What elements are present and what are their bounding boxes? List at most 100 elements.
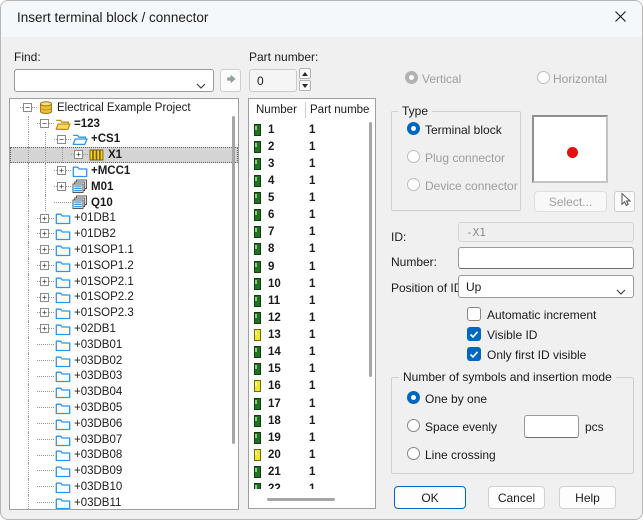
tree-item[interactable]: +03DB10	[10, 479, 238, 495]
terminal-row[interactable]: 91	[249, 258, 375, 275]
position-of-id-select[interactable]: Up	[458, 275, 634, 298]
tree-vertical-scrollbar[interactable]	[232, 116, 235, 444]
terminal-row[interactable]: 141	[249, 344, 375, 361]
tree-item[interactable]: +03DB04	[10, 384, 238, 400]
terminal-row[interactable]: 201	[249, 446, 375, 463]
tree-expander[interactable]: +	[37, 290, 54, 306]
tree-item[interactable]: +M01	[10, 179, 238, 195]
tree-expander[interactable]: +	[54, 163, 71, 179]
terminal-row[interactable]: 131	[249, 327, 375, 344]
terminal-row[interactable]: 111	[249, 292, 375, 309]
part-number-input[interactable]: 0	[249, 69, 297, 92]
select-button[interactable]: Select...	[534, 191, 607, 212]
terminal-row[interactable]: 61	[249, 207, 375, 224]
horizontal-radio[interactable]	[537, 71, 550, 84]
part-number-spin-down[interactable]	[299, 80, 311, 91]
tree-item[interactable]: Q10	[10, 195, 238, 211]
tree-item[interactable]: +03DB02	[10, 353, 238, 369]
visible-id-checkbox[interactable]	[467, 327, 481, 341]
terminal-row[interactable]: 71	[249, 224, 375, 241]
tree-item[interactable]: +03DB09	[10, 463, 238, 479]
tree-expander[interactable]: +	[37, 321, 54, 337]
tree-item[interactable]: ++01SOP2.3	[10, 305, 238, 321]
tree-item[interactable]: ++01DB1	[10, 211, 238, 227]
terminal-row[interactable]: 181	[249, 412, 375, 429]
ok-button[interactable]: OK	[394, 486, 466, 509]
terminal-row[interactable]: 161	[249, 378, 375, 395]
list-horizontal-scrollbar[interactable]	[267, 498, 335, 501]
terminal-row[interactable]: 221	[249, 481, 375, 489]
tree-item[interactable]: −+CS1	[10, 132, 238, 148]
tree-item[interactable]: ++01SOP1.1	[10, 242, 238, 258]
tree-item[interactable]: ++01DB2	[10, 226, 238, 242]
terminal-row[interactable]: 171	[249, 395, 375, 412]
cancel-button[interactable]: Cancel	[488, 486, 545, 509]
terminal-row[interactable]: 151	[249, 361, 375, 378]
tree-item[interactable]: +03DB03	[10, 369, 238, 385]
tree-item[interactable]: ++02DB1	[10, 321, 238, 337]
find-go-button[interactable]	[220, 69, 241, 92]
number-field[interactable]	[458, 247, 634, 269]
pick-symbol-button[interactable]	[614, 191, 635, 212]
terminal-row[interactable]: 21	[249, 138, 375, 155]
only-first-id-visible-checkbox[interactable]	[467, 347, 481, 361]
tree-item[interactable]: +03DB11	[10, 495, 238, 510]
space-evenly-count-field[interactable]	[524, 415, 579, 438]
space-evenly-radio[interactable]	[407, 419, 420, 432]
device-connector-radio[interactable]	[407, 178, 420, 191]
tree-expander[interactable]: +	[54, 179, 71, 195]
column-header-part-number[interactable]: Part numbe	[306, 104, 369, 116]
tree-expander[interactable]: +	[37, 305, 54, 321]
tree-expander	[37, 353, 54, 369]
folder-blue-icon	[54, 416, 71, 431]
tree-item[interactable]: +03DB01	[10, 337, 238, 353]
tree-item[interactable]: +X1	[10, 147, 238, 163]
tree-expander[interactable]: +	[37, 211, 54, 227]
tree-expander[interactable]: −	[20, 100, 37, 116]
terminal-block-radio[interactable]	[407, 122, 420, 135]
plug-connector-radio[interactable]	[407, 150, 420, 163]
line-crossing-radio[interactable]	[407, 447, 420, 460]
tree-item[interactable]: ++01SOP1.2	[10, 258, 238, 274]
terminal-row[interactable]: 191	[249, 429, 375, 446]
tree-expander[interactable]: +	[71, 147, 88, 163]
terminal-row[interactable]: 101	[249, 275, 375, 292]
folder-blue-icon	[54, 385, 71, 400]
tree-item[interactable]: −Electrical Example Project	[10, 100, 238, 116]
folder-blue-icon	[54, 337, 71, 352]
tree-item[interactable]: ++01SOP2.2	[10, 290, 238, 306]
find-input[interactable]	[14, 69, 214, 92]
tree-item[interactable]: +03DB06	[10, 416, 238, 432]
terminal-row[interactable]: 51	[249, 190, 375, 207]
terminal-row[interactable]: 31	[249, 155, 375, 172]
column-header-number[interactable]: Number	[249, 104, 305, 116]
tree-item[interactable]: +03DB07	[10, 432, 238, 448]
tree-guide-line	[20, 463, 37, 479]
one-by-one-radio[interactable]	[407, 391, 420, 404]
tree-item[interactable]: −=123	[10, 116, 238, 132]
terminal-row[interactable]: 121	[249, 309, 375, 326]
tree-expander[interactable]: −	[37, 116, 54, 132]
help-button[interactable]: Help	[559, 486, 616, 509]
tree-item[interactable]: +03DB08	[10, 448, 238, 464]
terminal-green-icon	[254, 192, 261, 204]
list-vertical-scrollbar[interactable]	[369, 122, 372, 377]
tree-item-label: +01SOP2.1	[71, 276, 134, 288]
tree-expander[interactable]: +	[37, 258, 54, 274]
tree-item[interactable]: + +01SOP2.1	[10, 274, 238, 290]
terminal-row[interactable]: 211	[249, 464, 375, 481]
tree-expander[interactable]: +	[37, 242, 54, 258]
vertical-radio[interactable]	[405, 71, 418, 84]
terminal-row[interactable]: 81	[249, 241, 375, 258]
tree-item[interactable]: ++MCC1	[10, 163, 238, 179]
tree-expander[interactable]: +	[37, 274, 54, 290]
terminal-row[interactable]: 11	[249, 121, 375, 138]
tree-expander[interactable]: −	[54, 132, 71, 148]
automatic-increment-checkbox[interactable]	[467, 307, 481, 321]
tree-expander	[37, 400, 54, 416]
tree-expander[interactable]: +	[37, 226, 54, 242]
part-number-spin-up[interactable]	[299, 68, 311, 79]
tree-item[interactable]: +03DB05	[10, 400, 238, 416]
terminal-row[interactable]: 41	[249, 172, 375, 189]
close-button[interactable]	[600, 1, 640, 37]
